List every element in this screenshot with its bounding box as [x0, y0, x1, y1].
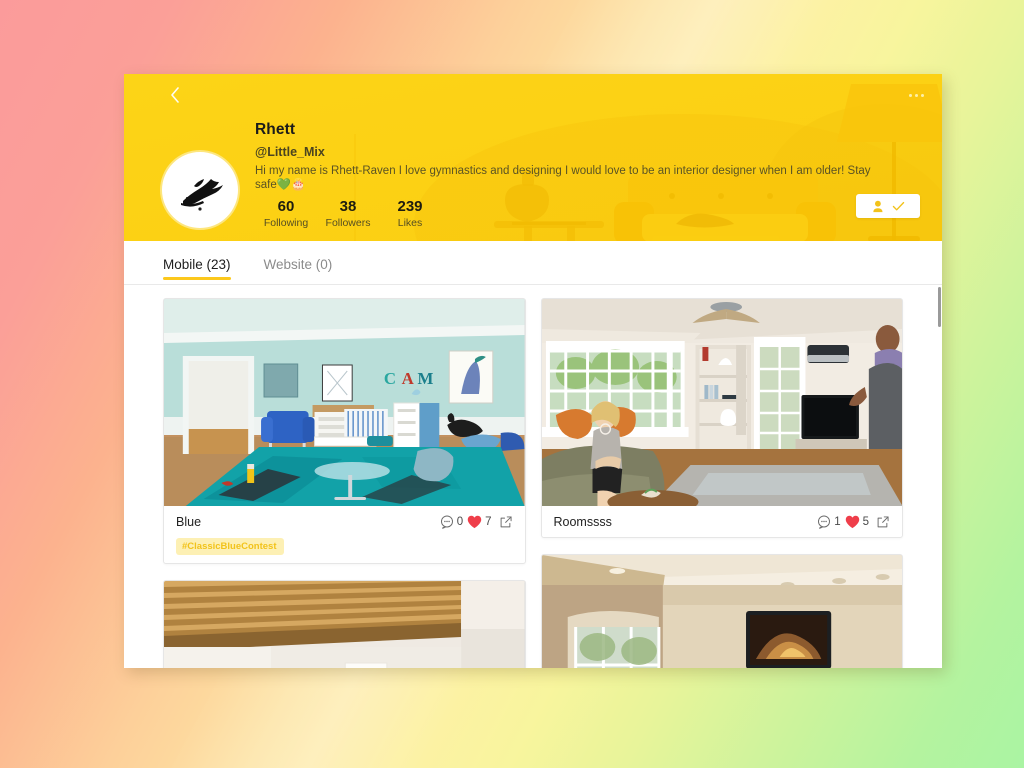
svg-text:A: A [402, 369, 415, 388]
comment-metric[interactable]: 0 [440, 515, 463, 529]
tab-label: Website (0) [263, 256, 333, 272]
check-icon [892, 201, 904, 210]
svg-text:C: C [384, 369, 396, 388]
scrollbar-track[interactable] [937, 285, 942, 668]
grid-column-left: C A M Blue 0 7 #ClassicBlueContest [163, 298, 526, 668]
comment-icon [440, 515, 453, 529]
stat-label: Following [263, 217, 309, 229]
design-card-body: Roomssss 1 5 [542, 506, 903, 537]
share-icon [877, 516, 889, 528]
like-count: 5 [862, 516, 869, 528]
display-name: Rhett [255, 121, 296, 138]
comment-icon [818, 515, 831, 529]
stat-followers[interactable]: 38 Followers [317, 198, 379, 230]
nursery-teal-room-image: C A M [164, 299, 525, 506]
follow-button[interactable] [856, 194, 920, 218]
handle: @Little_Mix [255, 145, 325, 159]
design-thumbnail-bay-window[interactable] [541, 299, 902, 506]
tab-mobile[interactable]: Mobile (23) [163, 240, 231, 286]
svg-text:M: M [418, 369, 434, 388]
design-card[interactable]: C A M Blue 0 7 #ClassicBlueContest [163, 298, 526, 564]
more-options-button[interactable] [909, 88, 924, 102]
chevron-left-icon [171, 87, 179, 103]
like-metric[interactable]: 5 [845, 515, 869, 529]
design-card-body: Blue 0 7 #ClassicBlueContest [164, 506, 525, 563]
design-card[interactable] [540, 554, 903, 668]
stat-label: Likes [397, 217, 423, 229]
design-thumbnail-nursery[interactable]: C A M [164, 299, 525, 506]
comment-count: 1 [834, 516, 841, 528]
profile-stats: 60 Following 38 Followers 239 Likes [255, 198, 922, 230]
heart-icon [845, 515, 859, 529]
bay-window-living-room-image [541, 299, 902, 506]
stat-label: Followers [325, 217, 371, 229]
share-button[interactable] [876, 515, 890, 529]
bio-text: Hi my name is Rhett-Raven I love gymnast… [255, 165, 871, 191]
profile-banner: Rhett @Little_Mix Hi my name is Rhett-Ra… [124, 74, 942, 241]
wood-beam-loft-room-image [164, 581, 525, 668]
profile-info: Rhett @Little_Mix Hi my name is Rhett-Ra… [255, 121, 922, 230]
design-metrics: 0 7 [440, 515, 513, 529]
comment-count: 0 [456, 516, 464, 528]
comment-metric[interactable]: 1 [817, 515, 841, 529]
more-dot [921, 93, 924, 97]
designs-grid: C A M Blue 0 7 #ClassicBlueContest Rooms… [124, 298, 942, 668]
avatar[interactable] [162, 152, 238, 228]
app-window: Rhett @Little_Mix Hi my name is Rhett-Ra… [124, 74, 942, 668]
person-check-icon [872, 200, 882, 212]
design-card-header: Roomssss 1 5 [554, 515, 891, 529]
design-thumbnail-loft[interactable] [164, 581, 525, 668]
design-metrics: 1 5 [817, 515, 890, 529]
stat-value: 60 [277, 198, 295, 215]
stat-value: 239 [397, 198, 423, 215]
grid-column-right: Roomssss 1 5 [540, 298, 903, 668]
more-dot [909, 93, 912, 97]
design-card-header: Blue 0 7 [176, 515, 513, 529]
share-button[interactable] [499, 515, 513, 529]
tab-bar: Mobile (23) Website (0) [124, 241, 942, 285]
like-metric[interactable]: 7 [467, 515, 492, 529]
design-title: Blue [176, 515, 202, 529]
share-icon [500, 516, 512, 528]
beige-living-room-image [541, 555, 902, 668]
stat-value: 38 [339, 198, 357, 215]
like-count: 7 [485, 516, 492, 528]
design-card[interactable]: Roomssss 1 5 [540, 298, 903, 538]
heart-icon [467, 515, 482, 529]
design-card[interactable] [163, 580, 526, 668]
designs-grid-panel: C A M Blue 0 7 #ClassicBlueContest Rooms… [124, 285, 942, 668]
tab-label: Mobile (23) [163, 256, 231, 272]
design-tag[interactable]: #ClassicBlueContest [176, 538, 284, 555]
winged-shoe-avatar-icon [169, 159, 231, 221]
back-button[interactable] [164, 85, 186, 111]
stat-following[interactable]: 60 Following [255, 198, 317, 230]
design-thumbnail-beige-living[interactable] [541, 555, 902, 668]
scrollbar-thumb[interactable] [938, 287, 941, 327]
more-dot [915, 93, 918, 97]
stat-likes[interactable]: 239 Likes [379, 198, 441, 230]
tab-website[interactable]: Website (0) [264, 240, 333, 286]
design-title: Roomssss [553, 515, 612, 529]
